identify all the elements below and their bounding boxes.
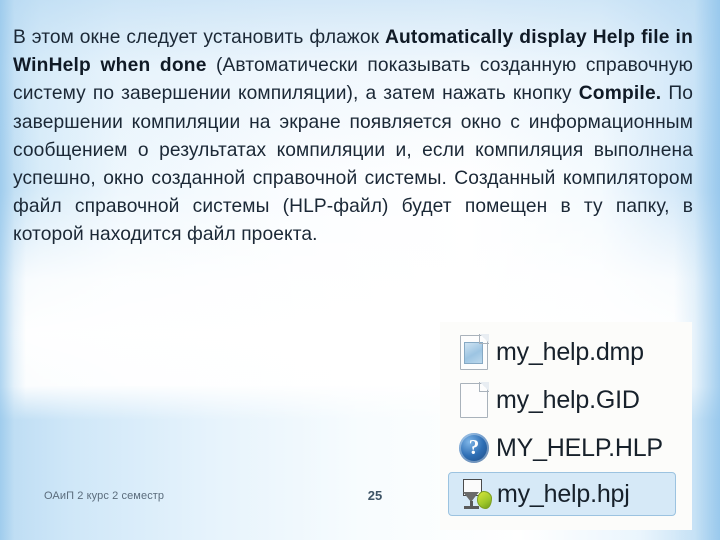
body-text-run: В этом окне следует установить флажок bbox=[13, 27, 385, 48]
list-item[interactable]: ? MY_HELP.HLP bbox=[440, 424, 692, 472]
list-item[interactable]: my_help.dmp bbox=[440, 328, 692, 376]
help-project-icon bbox=[455, 473, 495, 515]
list-item[interactable]: my_help.GID bbox=[440, 376, 692, 424]
list-item-selected[interactable]: my_help.hpj bbox=[448, 472, 676, 516]
file-name-label: MY_HELP.HLP bbox=[496, 433, 663, 462]
body-text-emphasis: Compile. bbox=[578, 83, 662, 105]
body-text-run: По завершении компиляции на экране появл… bbox=[13, 83, 693, 246]
file-list: my_help.dmp my_help.GID ? MY_HELP.HLP my… bbox=[440, 322, 692, 530]
body-paragraph: В этом окне следует установить флажок Au… bbox=[13, 24, 693, 250]
document-file-icon bbox=[454, 331, 494, 373]
footer-course-label: ОАиП 2 курс 2 семестр bbox=[44, 490, 165, 502]
help-question-icon: ? bbox=[454, 427, 494, 469]
file-list-panel: my_help.dmp my_help.GID ? MY_HELP.HLP my… bbox=[440, 322, 692, 530]
slide-canvas: В этом окне следует установить флажок Au… bbox=[0, 0, 720, 540]
file-name-label: my_help.hpj bbox=[497, 479, 630, 508]
blank-document-icon bbox=[454, 379, 494, 421]
file-name-label: my_help.GID bbox=[496, 385, 640, 414]
file-name-label: my_help.dmp bbox=[496, 337, 644, 366]
page-number: 25 bbox=[367, 488, 383, 503]
slide-body-text: В этом окне следует установить флажок Au… bbox=[13, 24, 693, 250]
